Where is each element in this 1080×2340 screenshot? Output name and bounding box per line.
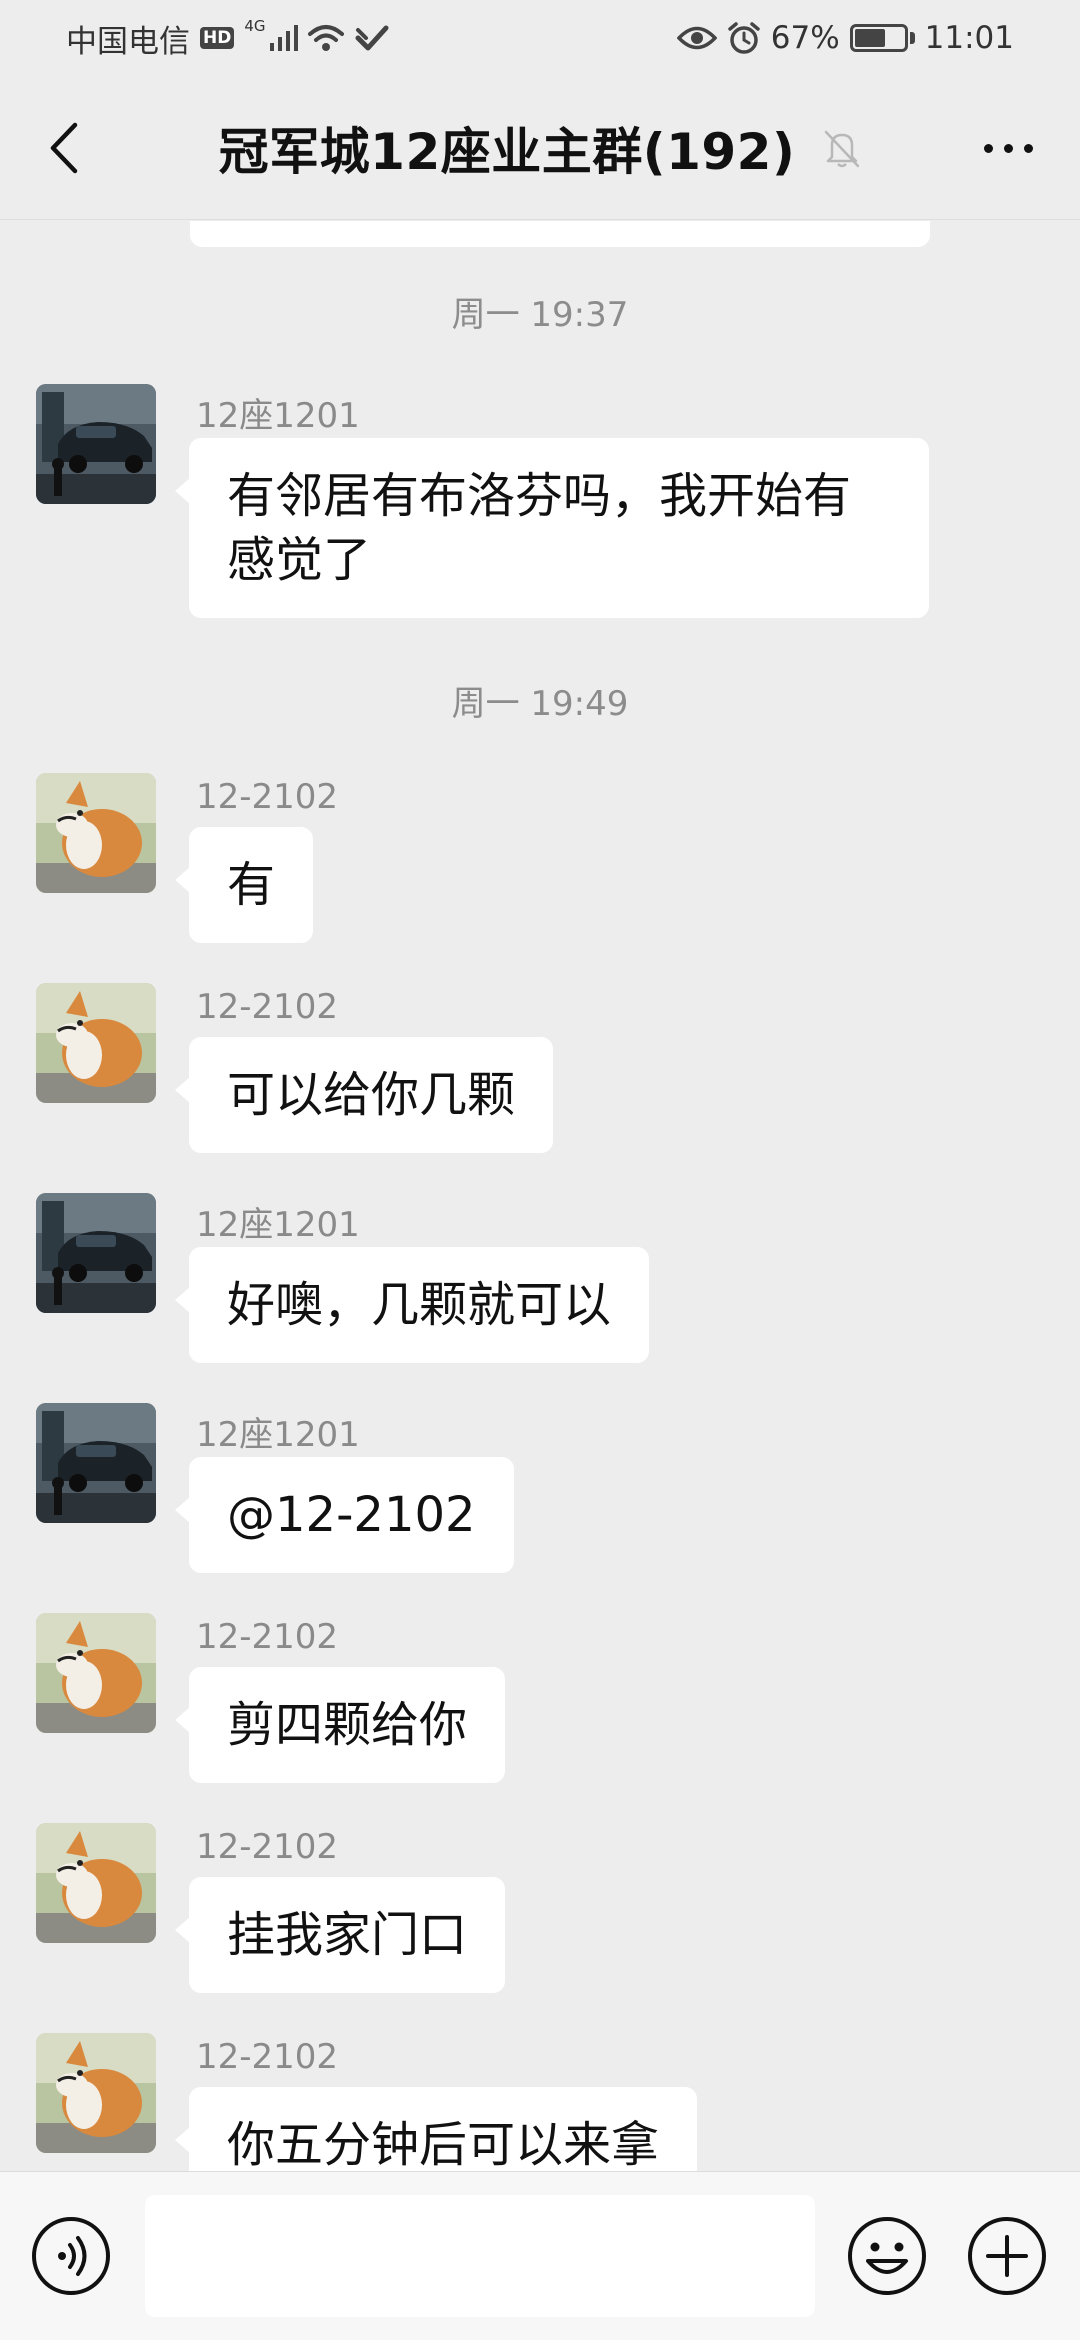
message-row: 12-2102 剪四颗给你 [36, 1613, 1036, 1813]
corgi-avatar-image [36, 1823, 156, 1943]
alarm-icon [727, 21, 761, 55]
hd-badge: HD [200, 27, 235, 49]
message-bubble[interactable]: 挂我家门口 [174, 1877, 506, 1993]
timestamp-divider: 周一 19:49 [451, 684, 629, 724]
emoji-icon [848, 2217, 926, 2295]
message-row: 12-2102 可以给你几颗 [36, 983, 1036, 1183]
status-left: 中国电信 HD 4G [66, 16, 390, 61]
voice-icon [32, 2217, 110, 2295]
sender-avatar[interactable] [36, 1403, 156, 1523]
timestamp-divider: 周一 19:37 [451, 295, 629, 335]
input-bar [0, 2171, 1080, 2340]
corgi-avatar-image [36, 983, 156, 1103]
more-dot [983, 143, 993, 153]
message-bubble[interactable]: 好噢，几颗就可以 [174, 1247, 650, 1363]
wifi-icon [307, 24, 344, 52]
corgi-avatar-image [36, 2033, 156, 2153]
message-row: 12座1201 @12-2102 [36, 1403, 1036, 1603]
battery-percent-label: 67% [770, 20, 840, 56]
corgi-avatar-image [36, 773, 156, 893]
car-avatar-image [36, 1403, 156, 1523]
message-row: 12座1201 好噢，几颗就可以 [36, 1193, 1036, 1393]
chevron-left-icon [50, 122, 78, 174]
sender-avatar[interactable] [36, 983, 156, 1103]
voice-button[interactable] [30, 2215, 112, 2297]
sender-name: 12座1201 [196, 1415, 360, 1455]
network-type-label: 4G [244, 17, 266, 35]
sender-name: 12座1201 [196, 396, 360, 436]
emoji-button[interactable] [846, 2215, 928, 2297]
message-bubble[interactable]: 你五分钟后可以来拿 [174, 2087, 698, 2171]
sender-avatar[interactable] [36, 2033, 156, 2153]
message-bubble[interactable]: 有 [174, 827, 314, 943]
battery-icon [849, 24, 915, 52]
status-bar: 中国电信 HD 4G 67% 11:01 [0, 0, 1080, 76]
sender-name: 12-2102 [196, 1617, 339, 1657]
clock-label: 11:01 [924, 20, 1014, 56]
sender-avatar[interactable] [36, 1823, 156, 1943]
plus-icon [968, 2217, 1046, 2295]
car-avatar-image [36, 384, 156, 504]
sender-name: 12-2102 [196, 2037, 339, 2077]
message-bubble[interactable]: 可以给你几颗 [174, 1037, 554, 1153]
sender-avatar[interactable] [36, 773, 156, 893]
status-right: 67% 11:01 [676, 20, 1014, 56]
chat-header: 冠军城12座业主群(192) [0, 76, 1080, 220]
message-row: 12座1201 有邻居有布洛芬吗，我开始有感觉了 [36, 384, 1036, 618]
signal-icon [269, 25, 298, 51]
previous-message-bubble[interactable] [190, 221, 930, 247]
chat-title[interactable]: 冠军城12座业主群(192) [219, 112, 796, 184]
message-input[interactable] [145, 2195, 815, 2317]
more-options-button[interactable] [970, 116, 1046, 180]
sender-avatar[interactable] [36, 384, 156, 504]
mute-bell-icon [823, 128, 861, 168]
more-dot [1003, 143, 1013, 153]
message-row: 12-2102 有 [36, 773, 1036, 973]
link-speed-icon [354, 24, 390, 52]
sender-avatar[interactable] [36, 1193, 156, 1313]
message-bubble[interactable]: @12-2102 [175, 1457, 514, 1573]
more-actions-button[interactable] [966, 2215, 1048, 2297]
sender-name: 12-2102 [196, 987, 339, 1027]
sender-avatar[interactable] [36, 1613, 156, 1733]
back-button[interactable] [34, 116, 94, 180]
message-list[interactable]: 周一 19:37 12座1201 有邻居有布洛芬吗，我开始有感觉了 周一 19:… [0, 221, 1080, 2171]
car-avatar-image [36, 1193, 156, 1313]
message-bubble[interactable]: 有邻居有布洛芬吗，我开始有感觉了 [175, 438, 929, 618]
sender-name: 12-2102 [196, 777, 339, 817]
message-bubble[interactable]: 剪四颗给你 [174, 1667, 506, 1783]
sender-name: 12座1201 [196, 1205, 360, 1245]
eye-icon [676, 25, 717, 51]
message-row: 12-2102 你五分钟后可以来拿 [36, 2033, 1036, 2171]
chat-screen: 中国电信 HD 4G 67% 11:01 冠军城12座业主群(192) 周一 1… [0, 0, 1080, 2340]
more-dot [1023, 143, 1033, 153]
message-row: 12-2102 挂我家门口 [36, 1823, 1036, 2023]
carrier-label: 中国电信 [66, 23, 190, 60]
sender-name: 12-2102 [196, 1827, 339, 1867]
corgi-avatar-image [36, 1613, 156, 1733]
